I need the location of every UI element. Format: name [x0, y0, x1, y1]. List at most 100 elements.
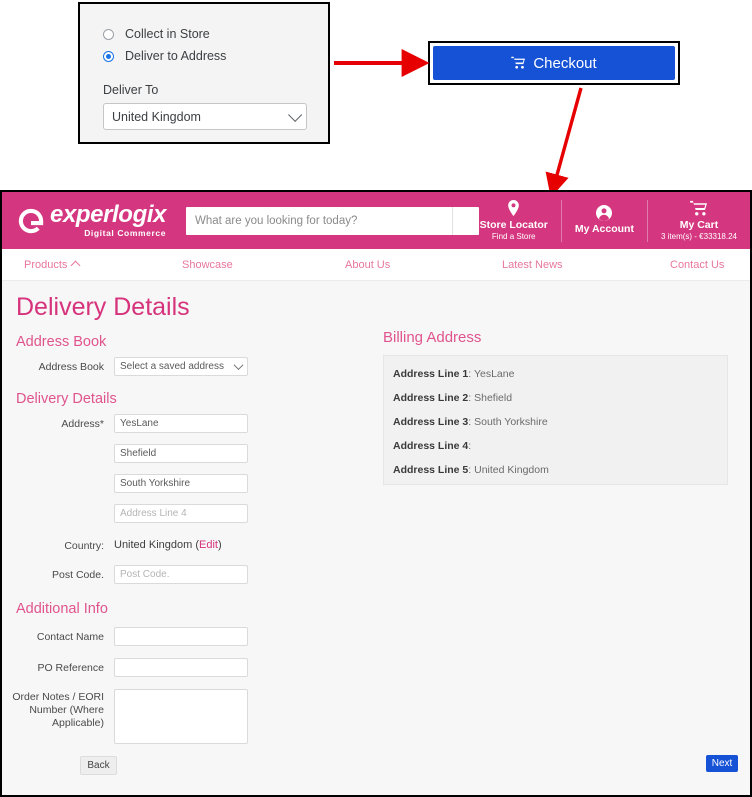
contact-name-input[interactable] — [114, 627, 248, 646]
radio-deliver-to-address-icon[interactable] — [103, 50, 114, 62]
delivery-form-column: Address Book Address Book Select a saved… — [2, 281, 377, 775]
address-line-2-label — [2, 444, 114, 448]
additional-info-heading: Additional Info — [16, 601, 108, 617]
address-line-2-input[interactable]: Shefield — [114, 444, 248, 463]
billing-line-label: Address Line 4 — [393, 440, 469, 452]
billing-line-value: South Yorkshire — [474, 416, 548, 428]
country-select-value: United Kingdom — [112, 109, 201, 124]
billing-line-value: Shefield — [474, 392, 513, 404]
deliver-to-label: Deliver To — [103, 83, 159, 97]
address-line-4-input[interactable]: Address Line 4 — [114, 504, 248, 523]
billing-address-column: Billing Address Address Line 1: YesLane … — [383, 281, 743, 485]
post-code-input[interactable]: Post Code. — [114, 565, 248, 584]
address-book-row: Address Book Select a saved address — [2, 357, 377, 376]
radio-option-collect-in-store[interactable]: Collect in Store — [103, 23, 328, 45]
post-code-row: Post Code. Post Code. — [2, 565, 377, 584]
address-line-3-input[interactable]: South Yorkshire — [114, 474, 248, 493]
header-action-title: Store Locator — [479, 218, 548, 231]
search-input[interactable]: What are you looking for today? — [186, 215, 452, 227]
radio-collect-in-store-icon[interactable] — [103, 28, 114, 40]
page-content: Delivery Details Address Book Address Bo… — [2, 281, 750, 795]
billing-line-label: Address Line 2 — [393, 392, 469, 404]
back-button[interactable]: Back — [80, 756, 117, 775]
address-line-3-label — [2, 474, 114, 478]
delivery-details-heading: Delivery Details — [16, 391, 117, 407]
address-line-2-row: Shefield — [2, 444, 377, 463]
radio-option-deliver-to-address[interactable]: Deliver to Address — [103, 45, 328, 67]
radio-label-collect-in-store: Collect in Store — [125, 27, 210, 41]
header-action-my-account[interactable]: My Account — [560, 199, 647, 242]
order-notes-textarea[interactable] — [114, 689, 248, 744]
shopping-cart-icon — [511, 56, 526, 71]
country-value: United Kingdom — [114, 539, 193, 551]
post-code-label: Post Code. — [52, 569, 104, 581]
header-action-store-locator[interactable]: Store Locator Find a Store — [467, 200, 561, 242]
header-action-title: My Cart — [679, 218, 719, 231]
search-bar[interactable]: What are you looking for today? — [186, 206, 479, 235]
billing-line-value: YesLane — [473, 368, 515, 380]
po-reference-label: PO Reference — [37, 662, 104, 674]
address-label: Address* — [61, 418, 104, 430]
address-line-1-input[interactable]: YesLane — [114, 414, 248, 433]
header-actions: Store Locator Find a Store My Account My… — [467, 192, 750, 249]
billing-line-value: United Kingdom — [474, 464, 549, 476]
po-reference-row: PO Reference — [2, 658, 377, 677]
checkout-button[interactable]: Checkout — [433, 46, 675, 80]
nav-label: About Us — [345, 258, 391, 271]
po-reference-input[interactable] — [114, 658, 248, 677]
nav-label: Contact Us — [670, 258, 725, 271]
country-value-group: United Kingdom (Edit) — [114, 539, 222, 551]
country-label: Country: — [64, 540, 104, 552]
address-book-select[interactable]: Select a saved address — [114, 357, 248, 376]
country-row: Country: United Kingdom (Edit) — [2, 536, 377, 553]
radio-label-deliver-to-address: Deliver to Address — [125, 49, 227, 63]
address-book-selected-value: Select a saved address — [120, 361, 224, 372]
address-line-4-label — [2, 504, 114, 508]
user-circle-icon — [596, 204, 613, 221]
nav-item-products[interactable]: Products — [24, 258, 81, 271]
header-action-sub: 3 item(s) - €33318.24 — [660, 232, 737, 242]
next-button[interactable]: Next — [706, 755, 738, 772]
nav-label: Latest News — [502, 258, 563, 271]
nav-label: Showcase — [182, 258, 233, 271]
contact-name-row: Contact Name — [2, 627, 377, 646]
site-header: experlogix Digital Commerce What are you… — [2, 192, 750, 249]
order-notes-row: Order Notes / EORI Number (Where Applica… — [2, 689, 377, 744]
order-notes-label: Order Notes / EORI Number (Where Applica… — [12, 691, 104, 729]
experlogix-e-mark-icon — [16, 206, 46, 236]
billing-address-heading: Billing Address — [383, 329, 482, 346]
address-book-label: Address Book — [38, 361, 104, 373]
nav-label: Products — [24, 258, 68, 271]
billing-line: Address Line 2: Shefield — [393, 392, 513, 404]
brand-wordmark: experlogix — [50, 201, 167, 229]
billing-address-panel: Address Line 1: YesLane Address Line 2: … — [383, 355, 728, 485]
shopping-cart-icon — [690, 200, 708, 217]
address-line-1-row: Address* YesLane — [2, 414, 377, 433]
main-navigation: Products Showcase About Us Latest News C… — [2, 249, 750, 281]
billing-line-label: Address Line 1 — [393, 368, 469, 380]
header-action-my-cart[interactable]: My Cart 3 item(s) - €33318.24 — [646, 199, 750, 242]
country-edit-link[interactable]: Edit — [199, 539, 218, 551]
billing-line-label: Address Line 5 — [393, 464, 469, 476]
location-pin-icon — [507, 200, 520, 217]
checkout-button-label: Checkout — [533, 54, 597, 72]
checkout-callout-box: Checkout — [428, 41, 680, 85]
delivery-method-callout-panel: Collect in Store Deliver to Address Deli… — [78, 2, 330, 144]
billing-line: Address Line 5: United Kingdom — [393, 464, 549, 476]
billing-line: Address Line 1: YesLane — [393, 368, 515, 380]
nav-item-contact-us[interactable]: Contact Us — [670, 259, 724, 271]
contact-name-label: Contact Name — [36, 631, 104, 643]
chevron-down-icon — [233, 360, 244, 371]
address-line-4-row: Address Line 4 — [2, 504, 377, 523]
nav-item-about-us[interactable]: About Us — [345, 259, 390, 271]
address-book-heading: Address Book — [16, 334, 107, 350]
chevron-down-icon — [288, 107, 303, 122]
site-logo[interactable]: experlogix Digital Commerce — [16, 201, 167, 239]
brand-tagline: Digital Commerce — [84, 228, 167, 239]
nav-item-latest-news[interactable]: Latest News — [502, 259, 563, 271]
chevron-up-icon — [70, 260, 81, 271]
header-action-sub: Find a Store — [491, 232, 536, 242]
nav-item-showcase[interactable]: Showcase — [182, 259, 233, 271]
country-select[interactable]: United Kingdom — [103, 103, 307, 130]
browser-window: experlogix Digital Commerce What are you… — [0, 190, 752, 797]
